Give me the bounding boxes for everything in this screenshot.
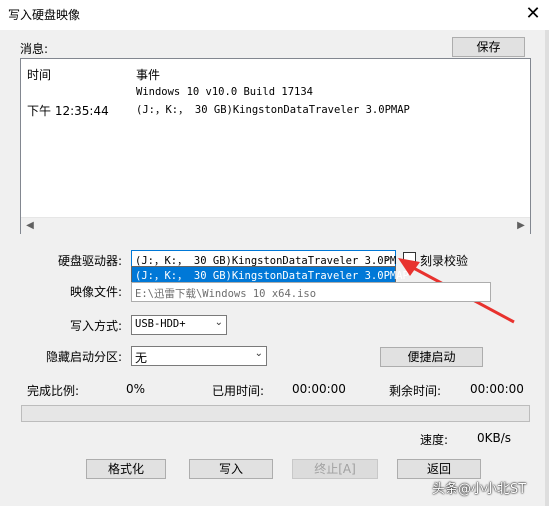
write-mode-value: USB-HDD+	[135, 318, 186, 330]
log-time: 下午 12:35:44	[27, 104, 109, 118]
progress-bar	[21, 405, 530, 422]
remaining-label: 剩余时间:	[389, 384, 442, 398]
scroll-left-icon[interactable]: ◀	[23, 218, 37, 234]
window-title: 写入硬盘映像	[8, 8, 81, 22]
write-mode-label: 写入方式:	[70, 319, 123, 333]
elapsed-value: 00:00:00	[292, 382, 346, 396]
chevron-down-icon: ⌄	[214, 317, 223, 328]
image-file-value: E:\迅雷下载\Windows 10 x64.iso	[135, 288, 317, 300]
speed-label: 速度:	[420, 433, 449, 447]
hidden-partition-value: 无	[135, 351, 148, 365]
message-log[interactable]: 时间 事件 Windows 10 v10.0 Build 17134 下午 12…	[20, 58, 531, 234]
hidden-partition-select[interactable]: 无 ⌄	[131, 346, 267, 366]
remaining-value: 00:00:00	[470, 382, 524, 396]
stop-button[interactable]: 终止[A]	[292, 459, 378, 479]
format-button[interactable]: 格式化	[86, 459, 166, 479]
window-edge	[545, 30, 549, 506]
chevron-down-icon: ⌄	[254, 348, 263, 359]
save-button[interactable]: 保存	[452, 37, 525, 57]
watermark: 头条@小小北ST	[432, 482, 527, 497]
done-label: 完成比例:	[27, 384, 80, 398]
horizontal-scrollbar[interactable]: ◀ ▶	[21, 217, 530, 234]
write-button[interactable]: 写入	[189, 459, 273, 479]
column-header-time[interactable]: 时间	[27, 66, 51, 83]
messages-label: 消息:	[20, 42, 49, 56]
drive-option[interactable]: (J:，K:， 30 GB)KingstonDataTraveler 3.0PM…	[131, 266, 409, 283]
write-mode-select[interactable]: USB-HDD+ ⌄	[131, 315, 227, 335]
done-value: 0%	[126, 382, 146, 396]
close-icon[interactable]: ✕	[522, 3, 544, 25]
drive-label: 硬盘驱动器:	[58, 254, 123, 268]
log-event: Windows 10 v10.0 Build 17134	[136, 86, 314, 98]
elapsed-label: 已用时间:	[212, 384, 265, 398]
scroll-right-icon[interactable]: ▶	[514, 218, 528, 234]
title-bar	[0, 0, 549, 30]
back-button[interactable]: 返回	[397, 459, 481, 479]
image-file-label: 映像文件:	[70, 285, 123, 299]
quick-boot-button[interactable]: 便捷启动	[380, 347, 483, 367]
speed-value: 0KB/s	[477, 431, 512, 445]
image-file-input[interactable]: E:\迅雷下载\Windows 10 x64.iso	[131, 282, 491, 302]
log-event: (J:，K:， 30 GB)KingstonDataTraveler 3.0PM…	[136, 104, 410, 116]
column-header-event[interactable]: 事件	[136, 66, 160, 83]
drive-option-label: (J:，K:， 30 GB)KingstonDataTraveler 3.0PM…	[135, 270, 409, 282]
hidden-partition-label: 隐藏启动分区:	[46, 350, 123, 364]
